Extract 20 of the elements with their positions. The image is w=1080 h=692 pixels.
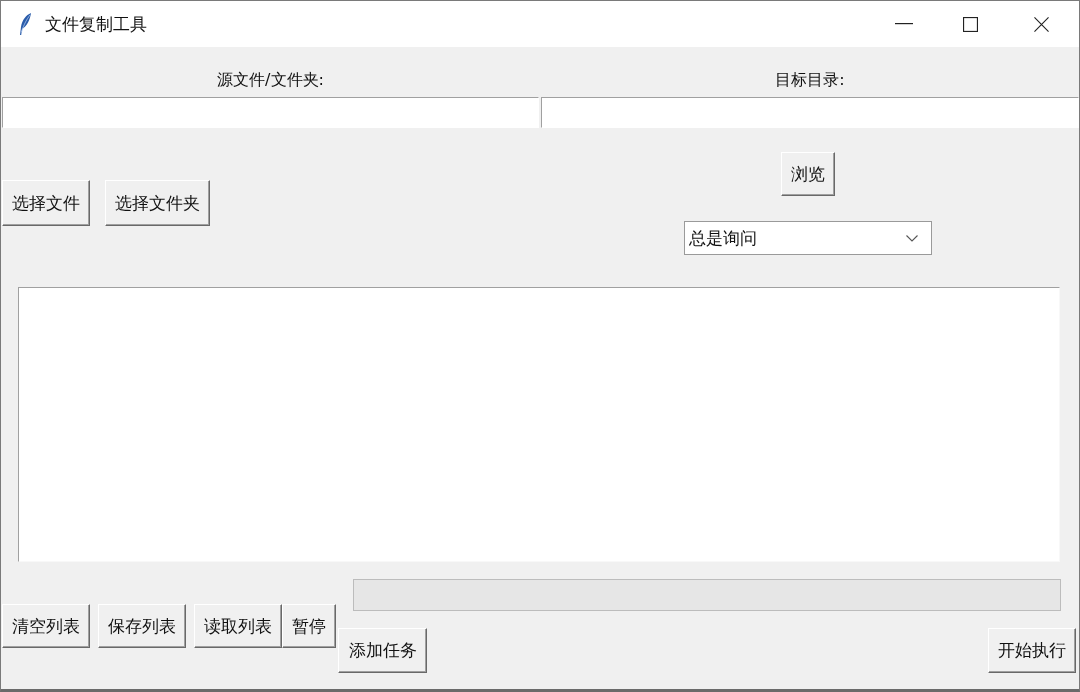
close-icon[interactable]	[1034, 16, 1049, 32]
maximize-icon[interactable]	[963, 16, 978, 32]
add-task-button[interactable]: 添加任务	[338, 628, 427, 673]
list-button[interactable]: 清空列表	[2, 604, 90, 648]
browse-button[interactable]: 浏览	[781, 152, 835, 196]
list-button[interactable]: 读取列表	[194, 604, 282, 648]
dropdown[interactable]: 总是询问	[684, 221, 932, 255]
input-field[interactable]	[541, 97, 1079, 128]
minimize-icon[interactable]	[895, 23, 913, 25]
input-field[interactable]	[2, 97, 539, 128]
pause-button[interactable]: 暂停	[282, 604, 336, 648]
field-label: 目标目录:	[775, 69, 845, 91]
feather-icon	[18, 12, 32, 36]
chevron-down-icon[interactable]	[906, 234, 918, 242]
field-label: 源文件/文件夹:	[217, 69, 324, 91]
select-button[interactable]: 选择文件夹	[105, 180, 210, 226]
list-button[interactable]: 保存列表	[98, 604, 186, 648]
window-title: 文件复制工具	[45, 12, 147, 36]
select-button[interactable]: 选择文件	[2, 180, 90, 226]
start-button[interactable]: 开始执行	[988, 628, 1076, 673]
